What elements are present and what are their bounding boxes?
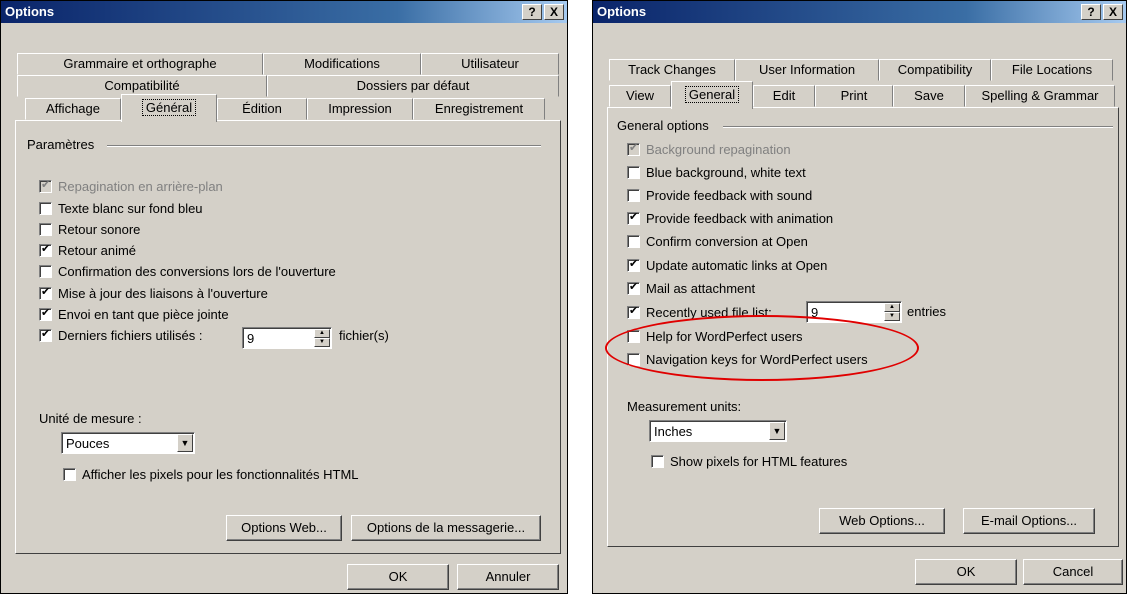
checkbox[interactable] — [627, 257, 640, 272]
option-feedback-sound[interactable]: Provide feedback with sound — [627, 186, 812, 204]
option-confirm-conversion[interactable]: Confirm conversion at Open — [627, 232, 808, 250]
option-feedback-animation[interactable]: Provide feedback with animation — [627, 209, 833, 227]
tab-print[interactable]: Print — [815, 85, 893, 107]
dialog-title: Options — [597, 4, 647, 19]
tab-spelling-grammar[interactable]: Spelling & Grammar — [965, 85, 1115, 107]
tab-view[interactable]: View — [609, 85, 671, 107]
checkbox[interactable] — [63, 467, 76, 481]
checkbox[interactable] — [627, 304, 640, 319]
units-select[interactable]: Inches ▼ — [649, 420, 787, 442]
close-button[interactable]: X — [544, 4, 564, 20]
option-recent-files[interactable]: Derniers fichiers utilisés : — [39, 326, 203, 344]
option-update-links[interactable]: Mise à jour des liaisons à l'ouverture — [39, 284, 268, 302]
tab-user-information[interactable]: User Information — [735, 59, 879, 81]
tab-edition[interactable]: Édition — [217, 98, 307, 120]
checkbox[interactable] — [627, 280, 640, 295]
chevron-down-icon[interactable]: ▼ — [177, 434, 193, 452]
title-bar[interactable]: Options ? X — [1, 1, 567, 23]
option-update-links[interactable]: Update automatic links at Open — [627, 256, 827, 274]
tab-enregistrement[interactable]: Enregistrement — [413, 98, 545, 120]
option-blue-background[interactable]: Texte blanc sur fond bleu — [39, 199, 203, 217]
tab-affichage[interactable]: Affichage — [25, 98, 121, 120]
checkbox[interactable] — [39, 201, 52, 215]
checkbox[interactable] — [627, 210, 640, 225]
option-background-repagination[interactable]: Repagination en arrière-plan — [39, 177, 223, 195]
mail-options-button[interactable]: Options de la messagerie... — [351, 515, 541, 541]
checkbox[interactable] — [627, 234, 640, 248]
option-confirm-conversion[interactable]: Confirmation des conversions lors de l'o… — [39, 262, 336, 280]
tab-modifications[interactable]: Modifications — [263, 53, 421, 75]
highlight-ellipse — [605, 315, 919, 381]
checkbox[interactable] — [627, 188, 640, 202]
ok-button[interactable]: OK — [915, 559, 1017, 585]
group-title: General options — [617, 118, 709, 133]
recent-files-spinner[interactable]: 9 ▲ ▼ — [242, 327, 332, 349]
title-bar[interactable]: Options ? X — [593, 1, 1126, 23]
spin-down-icon[interactable]: ▼ — [314, 338, 330, 347]
tab-grammaire[interactable]: Grammaire et orthographe — [17, 53, 263, 75]
tab-save[interactable]: Save — [893, 85, 965, 107]
options-dialog-french: Options ? X Grammaire et orthographe Mod… — [0, 0, 568, 594]
recent-files-suffix: entries — [907, 304, 947, 319]
group-divider — [107, 145, 541, 147]
option-mail-attachment[interactable]: Envoi en tant que pièce jointe — [39, 305, 229, 323]
spin-down-icon[interactable]: ▼ — [884, 312, 900, 321]
option-background-repagination[interactable]: Background repagination — [627, 140, 791, 158]
option-feedback-animation[interactable]: Retour animé — [39, 241, 136, 259]
tab-dossiers[interactable]: Dossiers par défaut — [267, 75, 559, 97]
units-select[interactable]: Pouces ▼ — [61, 432, 195, 454]
web-options-button[interactable]: Web Options... — [819, 508, 945, 534]
close-button[interactable]: X — [1103, 4, 1123, 20]
tab-impression[interactable]: Impression — [307, 98, 413, 120]
units-label: Unité de mesure : — [39, 411, 142, 426]
group-title: Paramètres — [27, 137, 95, 152]
option-show-pixels[interactable]: Show pixels for HTML features — [651, 452, 847, 470]
cancel-button[interactable]: Cancel — [1023, 559, 1123, 585]
option-blue-background[interactable]: Blue background, white text — [627, 163, 806, 181]
tab-utilisateur[interactable]: Utilisateur — [421, 53, 559, 75]
group-divider — [723, 126, 1113, 128]
spin-up-icon[interactable]: ▲ — [884, 303, 900, 312]
options-dialog-english: Options ? X Track Changes User Informati… — [592, 0, 1127, 594]
checkbox[interactable] — [39, 327, 52, 342]
tab-compatibility[interactable]: Compatibility — [879, 59, 991, 81]
tab-file-locations[interactable]: File Locations — [991, 59, 1113, 81]
option-mail-attachment[interactable]: Mail as attachment — [627, 279, 755, 297]
units-label: Measurement units: — [627, 399, 742, 414]
email-options-button[interactable]: E-mail Options... — [963, 508, 1095, 534]
chevron-down-icon[interactable]: ▼ — [769, 422, 785, 440]
checkbox[interactable] — [39, 306, 52, 321]
dialog-title: Options — [5, 4, 55, 19]
tab-general[interactable]: Général — [121, 94, 217, 122]
web-options-button[interactable]: Options Web... — [226, 515, 342, 541]
checkbox[interactable] — [627, 141, 640, 156]
checkbox[interactable] — [39, 285, 52, 300]
spin-up-icon[interactable]: ▲ — [314, 329, 330, 338]
checkbox[interactable] — [39, 264, 52, 278]
help-button[interactable]: ? — [522, 4, 542, 20]
ok-button[interactable]: OK — [347, 564, 449, 590]
help-button[interactable]: ? — [1081, 4, 1101, 20]
checkbox[interactable] — [39, 222, 52, 236]
checkbox[interactable] — [39, 242, 52, 257]
recent-files-suffix: fichier(s) — [339, 328, 389, 343]
cancel-button[interactable]: Annuler — [457, 564, 559, 590]
option-show-pixels[interactable]: Afficher les pixels pour les fonctionnal… — [63, 465, 359, 483]
tab-general[interactable]: General — [671, 81, 753, 109]
checkbox[interactable] — [39, 178, 52, 193]
tab-edit[interactable]: Edit — [753, 85, 815, 107]
tab-track-changes[interactable]: Track Changes — [609, 59, 735, 81]
option-feedback-sound[interactable]: Retour sonore — [39, 220, 140, 238]
checkbox[interactable] — [651, 454, 664, 468]
checkbox[interactable] — [627, 165, 640, 179]
